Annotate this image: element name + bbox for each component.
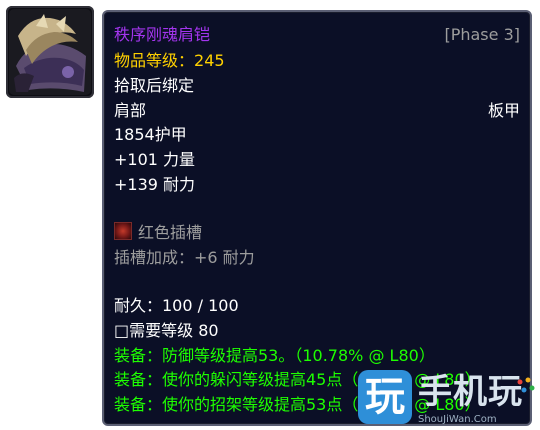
item-tooltip: 秩序刚魂肩铠 [Phase 3] 物品等级：245 拾取后绑定 肩部 板甲 18… — [102, 10, 532, 426]
required-level: □需要等级 80 — [114, 321, 219, 340]
item-level: 物品等级：245 — [114, 50, 225, 72]
watermark-url: ShouJiWan.Com — [418, 414, 497, 425]
item-icon-frame — [6, 6, 94, 98]
durability: 耐久：100 / 100 — [114, 296, 239, 315]
equip-effect-defense: 装备：防御等级提高53。（10.78% @ L80） — [114, 346, 435, 365]
phase-label: [Phase 3] — [444, 25, 520, 44]
item-slot: 肩部 — [114, 101, 147, 120]
shoulder-armor-icon — [9, 9, 91, 95]
socket-label: 红色插槽 — [138, 223, 203, 242]
watermark: 玩 手机玩 ShouJiWan.Com — [352, 366, 538, 430]
item-name: 秩序刚魂肩铠 — [114, 25, 211, 44]
stat-strength: +101 力量 — [114, 150, 196, 169]
watermark-logo: 玩 — [358, 370, 412, 424]
watermark-text: 手机玩 — [418, 372, 523, 412]
stat-stamina: +139 耐力 — [114, 175, 196, 194]
armor-type: 板甲 — [487, 101, 520, 120]
red-socket-icon — [114, 222, 132, 240]
socket-bonus: 插槽加成：+6 耐力 — [114, 248, 255, 267]
item-level-label: 物品等级： — [114, 51, 195, 70]
bind-type: 拾取后绑定 — [114, 76, 195, 95]
item-level-value: 245 — [194, 51, 225, 70]
socket-red: 红色插槽 — [114, 222, 202, 244]
watermark-dots-icon — [517, 377, 535, 393]
armor-value: 1854护甲 — [114, 125, 187, 144]
